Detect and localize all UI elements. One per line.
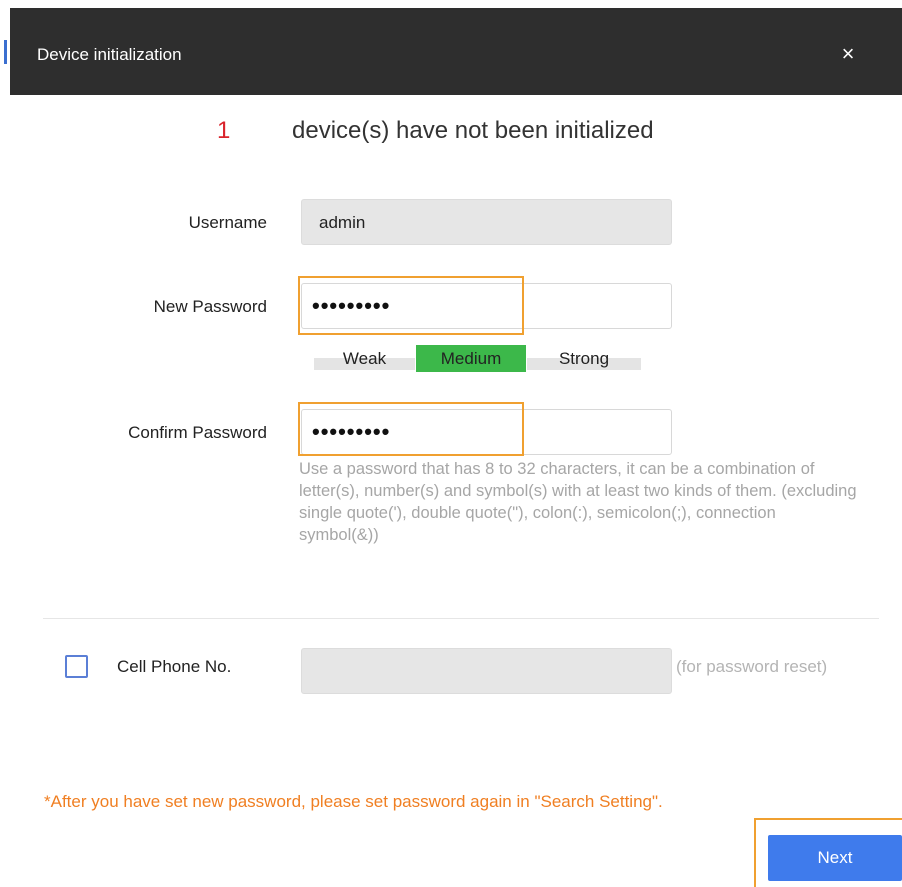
password-strength-meter: Weak Medium Strong <box>10 345 902 372</box>
dialog-titlebar: Device initialization × <box>10 8 902 95</box>
strength-strong-label: Strong <box>558 349 610 368</box>
cell-phone-checkbox[interactable] <box>65 655 88 678</box>
cell-phone-field <box>301 648 672 694</box>
dialog-title: Device initialization <box>37 45 182 64</box>
uninitialized-count: 1 <box>217 117 231 144</box>
confirm-password-label: Confirm Password <box>128 423 267 442</box>
username-value: admin <box>319 213 366 232</box>
strength-medium-label: Medium <box>416 345 526 372</box>
strength-weak-label: Weak <box>342 349 387 368</box>
cell-phone-label: Cell Phone No. <box>117 657 232 676</box>
device-initialization-dialog: Device initialization × 1 device(s) have… <box>10 0 902 887</box>
password-rules-hint: Use a password that has 8 to 32 characte… <box>299 460 857 544</box>
uninitialized-summary: 1 device(s) have not been initialized <box>10 117 902 147</box>
search-setting-note: *After you have set new password, please… <box>44 792 663 811</box>
section-divider <box>43 618 879 619</box>
close-icon[interactable]: × <box>836 42 860 66</box>
next-button[interactable]: Next <box>768 835 902 881</box>
background-window-accent <box>4 40 7 64</box>
username-field: admin <box>301 199 672 245</box>
cell-phone-reset-hint: (for password reset) <box>676 657 828 676</box>
confirm-password-highlight <box>298 402 524 456</box>
new-password-label: New Password <box>153 297 267 316</box>
uninitialized-text: device(s) have not been initialized <box>292 117 654 144</box>
new-password-highlight <box>298 276 524 335</box>
username-label: Username <box>188 213 267 232</box>
